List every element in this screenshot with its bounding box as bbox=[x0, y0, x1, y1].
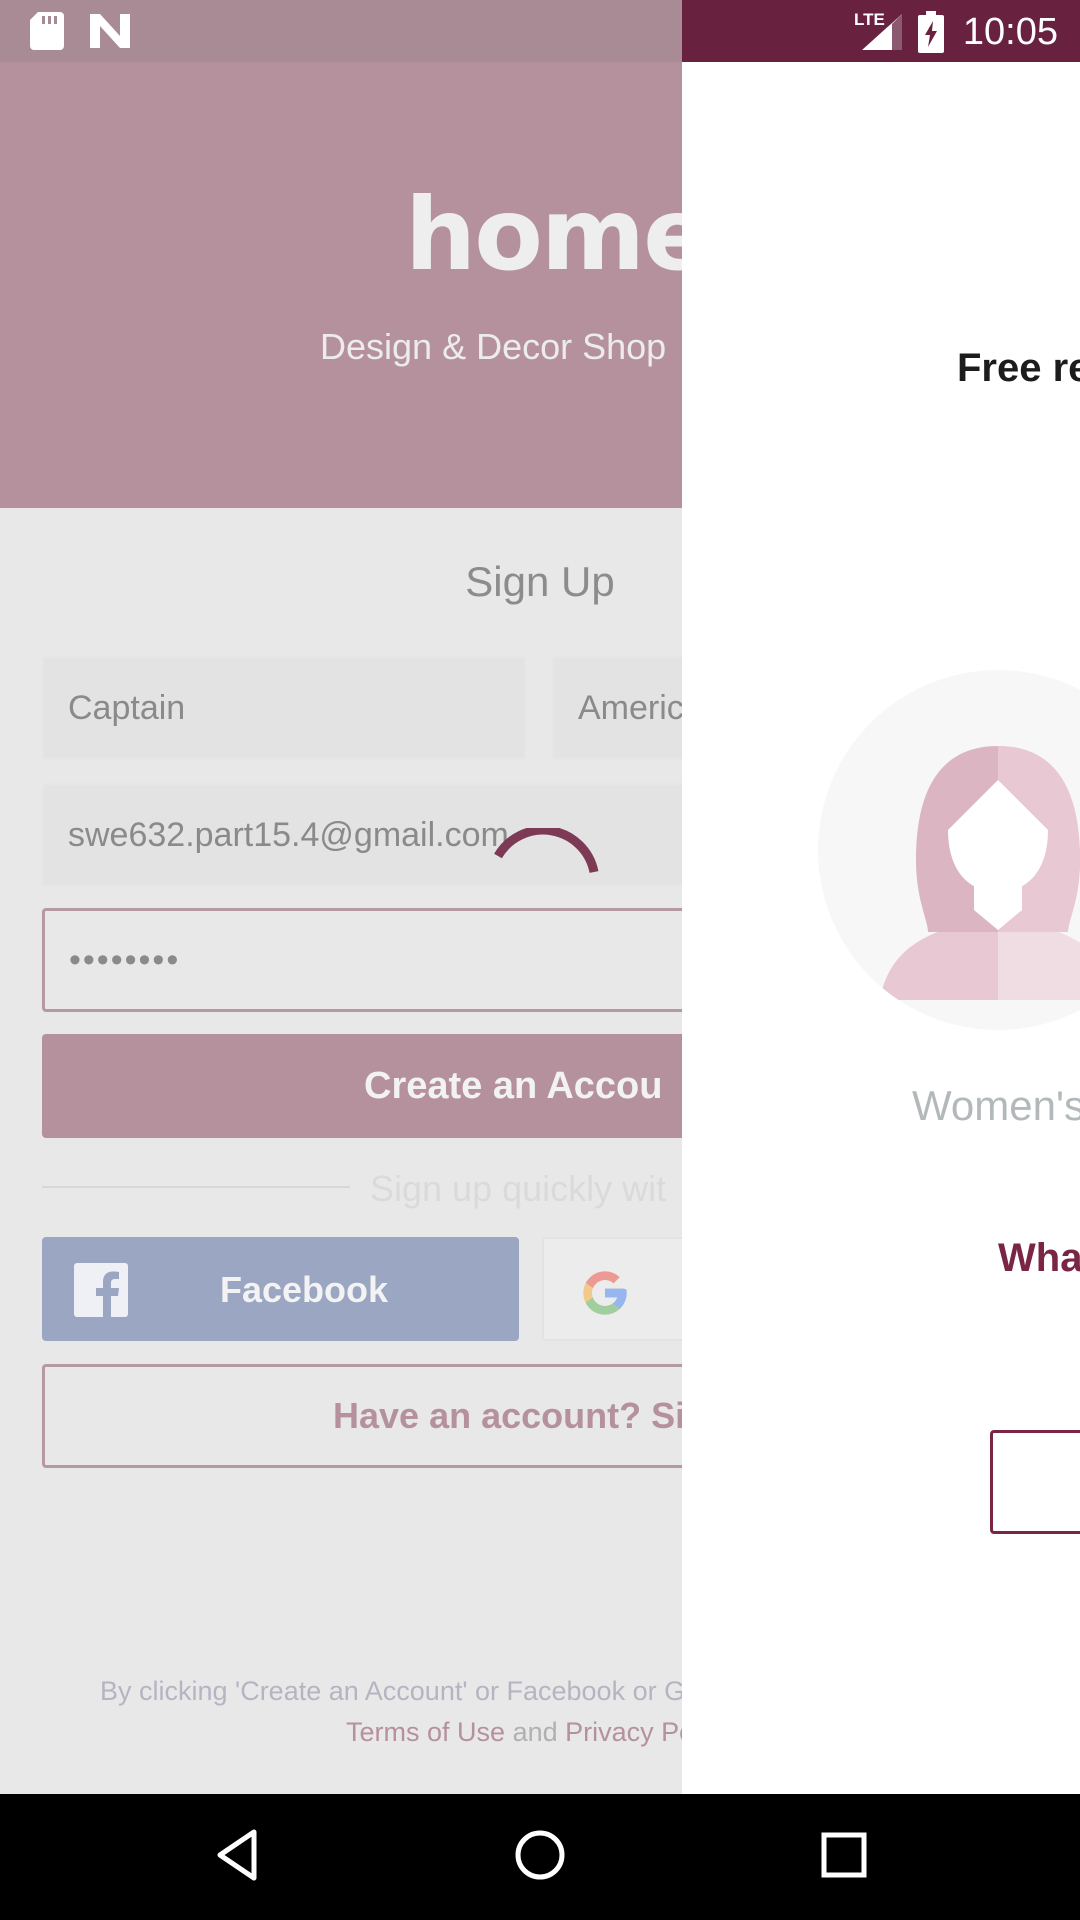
brand-tagline: Design & Decor Shop bbox=[320, 326, 667, 367]
terms-and: and bbox=[512, 1717, 558, 1747]
status-bar-left bbox=[0, 0, 682, 62]
terms-of-use-link[interactable]: Terms of Use bbox=[346, 1717, 505, 1747]
create-account-button[interactable]: Create an Accou bbox=[42, 1034, 682, 1138]
status-time: 10:05 bbox=[962, 11, 1058, 53]
onboarding-panel: LTE 10:05 Free re Women's Wha bbox=[682, 0, 1080, 1794]
status-bar-right: LTE 10:05 bbox=[682, 0, 1080, 62]
navigation-bar bbox=[0, 1794, 1080, 1920]
loading-spinner-icon bbox=[494, 828, 599, 874]
sd-card-icon bbox=[30, 12, 64, 50]
n-logo-icon bbox=[90, 14, 130, 48]
continue-button[interactable] bbox=[990, 1430, 1080, 1534]
privacy-policy-link[interactable]: Privacy Po bbox=[565, 1717, 682, 1747]
home-icon[interactable] bbox=[514, 1828, 566, 1882]
category-label: Women's bbox=[912, 1082, 1080, 1129]
question-heading: Wha bbox=[998, 1236, 1080, 1280]
have-account-button[interactable]: Have an account? Sig bbox=[42, 1364, 682, 1468]
divider bbox=[42, 1186, 350, 1188]
back-icon[interactable] bbox=[214, 1828, 260, 1882]
google-icon bbox=[583, 1271, 627, 1315]
terms-links: Terms of Use and Privacy Po bbox=[346, 1717, 682, 1748]
battery-charging-icon bbox=[918, 11, 944, 53]
free-heading: Free re bbox=[957, 346, 1080, 390]
first-name-field[interactable]: Captain bbox=[42, 656, 526, 760]
brand-logo: home bbox=[405, 176, 682, 293]
recents-icon[interactable] bbox=[820, 1828, 868, 1882]
google-button[interactable] bbox=[542, 1237, 682, 1341]
terms-text: By clicking 'Create an Account' or Faceb… bbox=[100, 1676, 682, 1706]
last-name-field[interactable]: Americ bbox=[552, 656, 682, 760]
divider-text: Sign up quickly wit bbox=[370, 1168, 667, 1209]
facebook-label: Facebook bbox=[220, 1269, 389, 1310]
woman-avatar-icon[interactable] bbox=[818, 670, 1080, 1030]
lte-signal-icon bbox=[862, 14, 902, 50]
facebook-button[interactable]: Facebook bbox=[42, 1237, 519, 1341]
facebook-icon bbox=[74, 1263, 128, 1317]
